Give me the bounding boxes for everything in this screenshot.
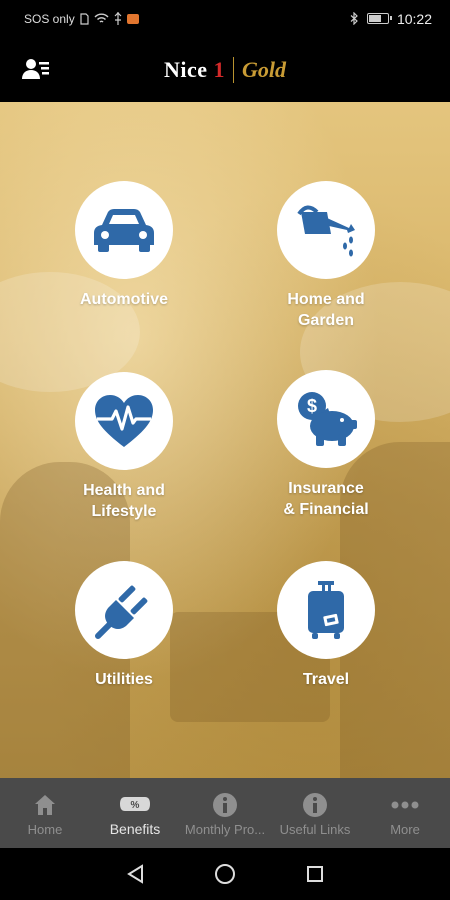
home-circle-icon — [215, 864, 235, 884]
category-label: Home and Garden — [287, 291, 365, 329]
plug-icon — [95, 585, 148, 639]
brand-logo: Nice 1 Gold — [163, 56, 287, 83]
status-bar: SOS only 10:22 — [0, 0, 450, 37]
recents-button[interactable] — [295, 854, 335, 894]
category-home-and-garden[interactable]: Home and Garden — [236, 181, 416, 331]
nav-more[interactable]: More — [360, 778, 450, 848]
brand-logo-nice: Nice 1 — [163, 56, 226, 82]
carrier-text: SOS only — [24, 11, 75, 26]
info-icon — [303, 792, 327, 817]
usb-icon — [114, 12, 122, 25]
app-header: Nice 1 Gold — [0, 37, 450, 102]
nav-useful-links[interactable]: Useful Links — [270, 778, 360, 848]
notification-icon — [126, 13, 139, 24]
benefits-category-grid: Automotive Home and Garden Health and Li… — [0, 102, 450, 778]
info-icon — [213, 792, 237, 817]
suitcase-icon — [308, 581, 344, 639]
category-label: Travel — [302, 671, 350, 688]
car-icon — [94, 209, 154, 252]
bottom-nav: Home % Benefits Monthly Pro... Useful Li… — [0, 778, 450, 848]
nav-label: Benefits — [109, 821, 161, 837]
nav-label: More — [390, 821, 420, 837]
bluetooth-icon — [350, 12, 358, 25]
nav-monthly-promotions[interactable]: Monthly Pro... — [180, 778, 270, 848]
category-travel[interactable]: Travel — [236, 561, 416, 690]
watering-can-icon — [297, 205, 355, 257]
svg-text:%: % — [131, 800, 140, 811]
brand-logo-gold: Gold — [242, 56, 287, 82]
nav-label: Monthly Pro... — [184, 821, 266, 837]
category-label: Insurance & Financial — [283, 480, 369, 518]
discount-tag-icon: % — [120, 797, 150, 811]
category-health-and-lifestyle[interactable]: Health and Lifestyle — [34, 372, 214, 522]
nav-home[interactable]: Home — [0, 778, 90, 848]
sim-icon — [80, 12, 89, 25]
category-utilities[interactable]: Utilities — [34, 561, 214, 690]
back-triangle-icon — [127, 864, 143, 884]
recents-square-icon — [307, 866, 323, 882]
category-label: Health and Lifestyle — [83, 482, 165, 520]
profile-menu-icon[interactable] — [22, 57, 50, 81]
wifi-icon — [94, 13, 109, 23]
category-insurance-and-financial[interactable]: $ Insurance & Financial — [236, 370, 416, 520]
brand-divider — [233, 56, 235, 83]
home-system-button[interactable] — [205, 854, 245, 894]
nav-benefits[interactable]: % Benefits — [90, 778, 180, 848]
system-nav-bar — [0, 848, 450, 900]
back-button[interactable] — [115, 854, 155, 894]
category-label: Utilities — [95, 671, 153, 688]
svg-text:$: $ — [307, 396, 317, 416]
battery-icon — [366, 13, 392, 24]
category-automotive[interactable]: Automotive — [34, 181, 214, 310]
nav-label: Useful Links — [279, 821, 351, 837]
category-label: Automotive — [80, 291, 168, 308]
piggy-bank-icon: $ — [298, 392, 357, 446]
home-icon — [35, 794, 55, 815]
nav-label: Home — [27, 821, 63, 837]
heart-pulse-icon — [95, 395, 153, 447]
status-time: 10:22 — [396, 10, 432, 27]
more-dots-icon — [391, 801, 419, 808]
